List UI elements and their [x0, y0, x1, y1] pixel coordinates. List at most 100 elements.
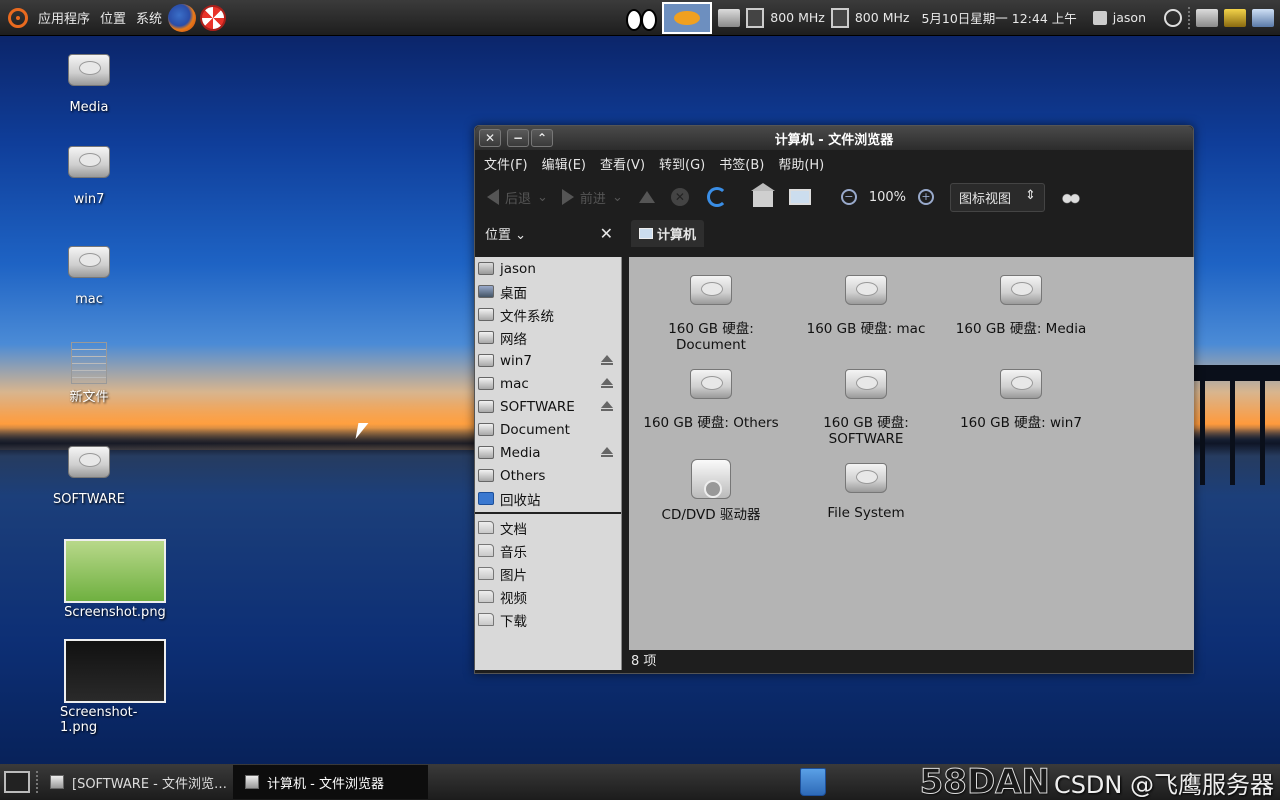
image-thumbnail	[64, 639, 166, 703]
places-dropdown[interactable]: 位置 ⌄	[485, 224, 526, 243]
xeyes-icon[interactable]	[626, 7, 658, 31]
window-titlebar[interactable]: ✕ − ⌃ 计算机 - 文件浏览器	[475, 126, 1193, 150]
desktop-icon-win7[interactable]: win7	[34, 146, 144, 207]
sidebar-item-software[interactable]: SOFTWARE	[475, 395, 621, 418]
menu-places[interactable]: 位置	[100, 8, 126, 27]
item-drive-document[interactable]: 160 GB 硬盘: Document	[636, 275, 786, 353]
taskbar-item-computer[interactable]: 计算机 - 文件浏览器	[233, 765, 428, 799]
sidebar-item-pictures[interactable]: 图片	[475, 562, 621, 585]
firefox-icon[interactable]	[168, 3, 197, 32]
item-label: Document	[676, 337, 746, 353]
sidebar-item-label: 图片	[500, 567, 527, 584]
reload-button[interactable]	[706, 182, 727, 212]
eject-icon[interactable]	[601, 401, 613, 411]
desktop-icon-screenshot-1[interactable]: Screenshot-1.png	[60, 639, 170, 735]
drive-icon	[478, 469, 494, 482]
sidebar-item-win7[interactable]: win7	[475, 349, 621, 372]
watermark: 58DAN CSDN @飞鹰服务器	[919, 762, 1274, 800]
drive-icon	[478, 446, 494, 459]
menu-help[interactable]: 帮助(H)	[778, 154, 824, 173]
drive-icon	[478, 377, 494, 390]
desktop-icon-mac[interactable]: mac	[34, 246, 144, 307]
network-icon[interactable]	[1252, 8, 1274, 27]
computer-button[interactable]	[788, 182, 811, 212]
sidebar-item-media[interactable]: Media	[475, 441, 621, 464]
sidebar-item-trash[interactable]: 回收站	[475, 487, 621, 510]
menu-file[interactable]: 文件(F)	[484, 154, 528, 173]
item-drive-software[interactable]: 160 GB 硬盘: SOFTWARE	[791, 369, 941, 447]
watermark-logo: 58DAN	[919, 762, 1050, 800]
drive-icon	[845, 463, 887, 493]
menu-view[interactable]: 查看(V)	[600, 154, 645, 173]
computer-icon	[639, 227, 653, 239]
back-label: 后退	[505, 191, 532, 207]
sidebar-item-others[interactable]: Others	[475, 464, 621, 487]
eject-icon[interactable]	[601, 447, 613, 457]
panel-separator	[1188, 6, 1190, 29]
help-lifebuoy-icon[interactable]	[200, 4, 227, 31]
menu-applications[interactable]: 应用程序	[38, 8, 90, 27]
item-cd-dvd[interactable]: CD/DVD 驱动器	[636, 459, 786, 523]
stop-button[interactable]: ✕	[670, 182, 689, 212]
sidebar-item-filesystem[interactable]: 文件系统	[475, 303, 621, 326]
desktop-icon-software[interactable]: SOFTWARE	[34, 446, 144, 507]
item-file-system[interactable]: File System	[791, 463, 941, 521]
display-icon[interactable]	[1224, 8, 1246, 27]
trash-icon[interactable]	[800, 768, 826, 796]
folder-icon	[478, 544, 494, 557]
minimize-icon[interactable]: −	[507, 129, 529, 147]
menu-bookmarks[interactable]: 书签(B)	[719, 154, 764, 173]
desktop-icon-new-file[interactable]: 新文件	[34, 342, 144, 405]
home-button[interactable]	[750, 182, 775, 212]
eject-icon[interactable]	[601, 355, 613, 365]
zoom-out-button[interactable]: −	[840, 182, 857, 212]
sidebar-item-desktop[interactable]: 桌面	[475, 280, 621, 303]
breadcrumb-computer[interactable]: 计算机	[631, 219, 705, 247]
eject-icon[interactable]	[601, 378, 613, 388]
ubuntu-logo-icon[interactable]	[8, 7, 28, 28]
close-sidebar-icon[interactable]: ✕	[600, 224, 613, 243]
clock[interactable]: 5月10日星期一 12:44 上午	[921, 8, 1076, 27]
fish-applet-icon[interactable]	[662, 1, 713, 34]
item-label: 160 GB 硬盘: win7	[960, 415, 1082, 431]
menu-edit[interactable]: 编辑(E)	[542, 154, 586, 173]
item-drive-others[interactable]: 160 GB 硬盘: Others	[636, 369, 786, 431]
forward-button[interactable]: 前进 ⌄	[561, 182, 623, 212]
power-icon[interactable]	[1164, 8, 1182, 27]
sidebar-item-documents[interactable]: 文档	[475, 516, 621, 539]
view-mode-select[interactable]: 图标视图 ⇕	[950, 182, 1045, 212]
search-button[interactable]	[1060, 182, 1081, 212]
menu-system[interactable]: 系统	[136, 8, 162, 27]
places-sidebar: jason 桌面 文件系统 网络 win7 mac SOFTWARE Docum…	[475, 257, 622, 670]
user-menu[interactable]: jason	[1092, 10, 1146, 25]
sidebar-item-music[interactable]: 音乐	[475, 539, 621, 562]
desktop-icon-media[interactable]: Media	[34, 54, 144, 115]
maximize-icon[interactable]: ⌃	[531, 129, 553, 147]
sidebar-item-document[interactable]: Document	[475, 418, 621, 441]
cpu-freq-1[interactable]: 800 MHz	[770, 10, 825, 25]
cpu-freq-2[interactable]: 800 MHz	[855, 10, 910, 25]
show-desktop-icon[interactable]	[4, 771, 30, 793]
back-button[interactable]: 后退 ⌄	[487, 182, 548, 212]
zoom-in-button[interactable]: +	[918, 182, 935, 212]
close-icon[interactable]: ✕	[479, 129, 501, 147]
arrow-right-icon	[561, 189, 574, 205]
sidebar-item-mac[interactable]: mac	[475, 372, 621, 395]
up-button[interactable]	[638, 182, 655, 212]
item-drive-mac[interactable]: 160 GB 硬盘: mac	[791, 275, 941, 337]
menu-go[interactable]: 转到(G)	[659, 154, 705, 173]
keyboard-icon[interactable]	[1196, 8, 1218, 27]
sidebar-item-network[interactable]: 网络	[475, 326, 621, 349]
sidebar-item-videos[interactable]: 视频	[475, 585, 621, 608]
item-drive-win7[interactable]: 160 GB 硬盘: win7	[946, 369, 1096, 431]
taskbar-item-software[interactable]: [SOFTWARE - 文件浏览…	[38, 765, 233, 799]
item-drive-media[interactable]: 160 GB 硬盘: Media	[946, 275, 1096, 337]
stop-icon: ✕	[670, 188, 689, 206]
notes-icon[interactable]	[718, 8, 741, 27]
desktop-icon-screenshot[interactable]: Screenshot.png	[60, 539, 170, 620]
sidebar-item-label: 下载	[500, 613, 527, 630]
sidebar-item-jason[interactable]: jason	[475, 257, 621, 280]
reload-icon	[706, 187, 727, 207]
sidebar-item-downloads[interactable]: 下载	[475, 608, 621, 631]
zoom-level[interactable]: 100%	[869, 190, 906, 205]
